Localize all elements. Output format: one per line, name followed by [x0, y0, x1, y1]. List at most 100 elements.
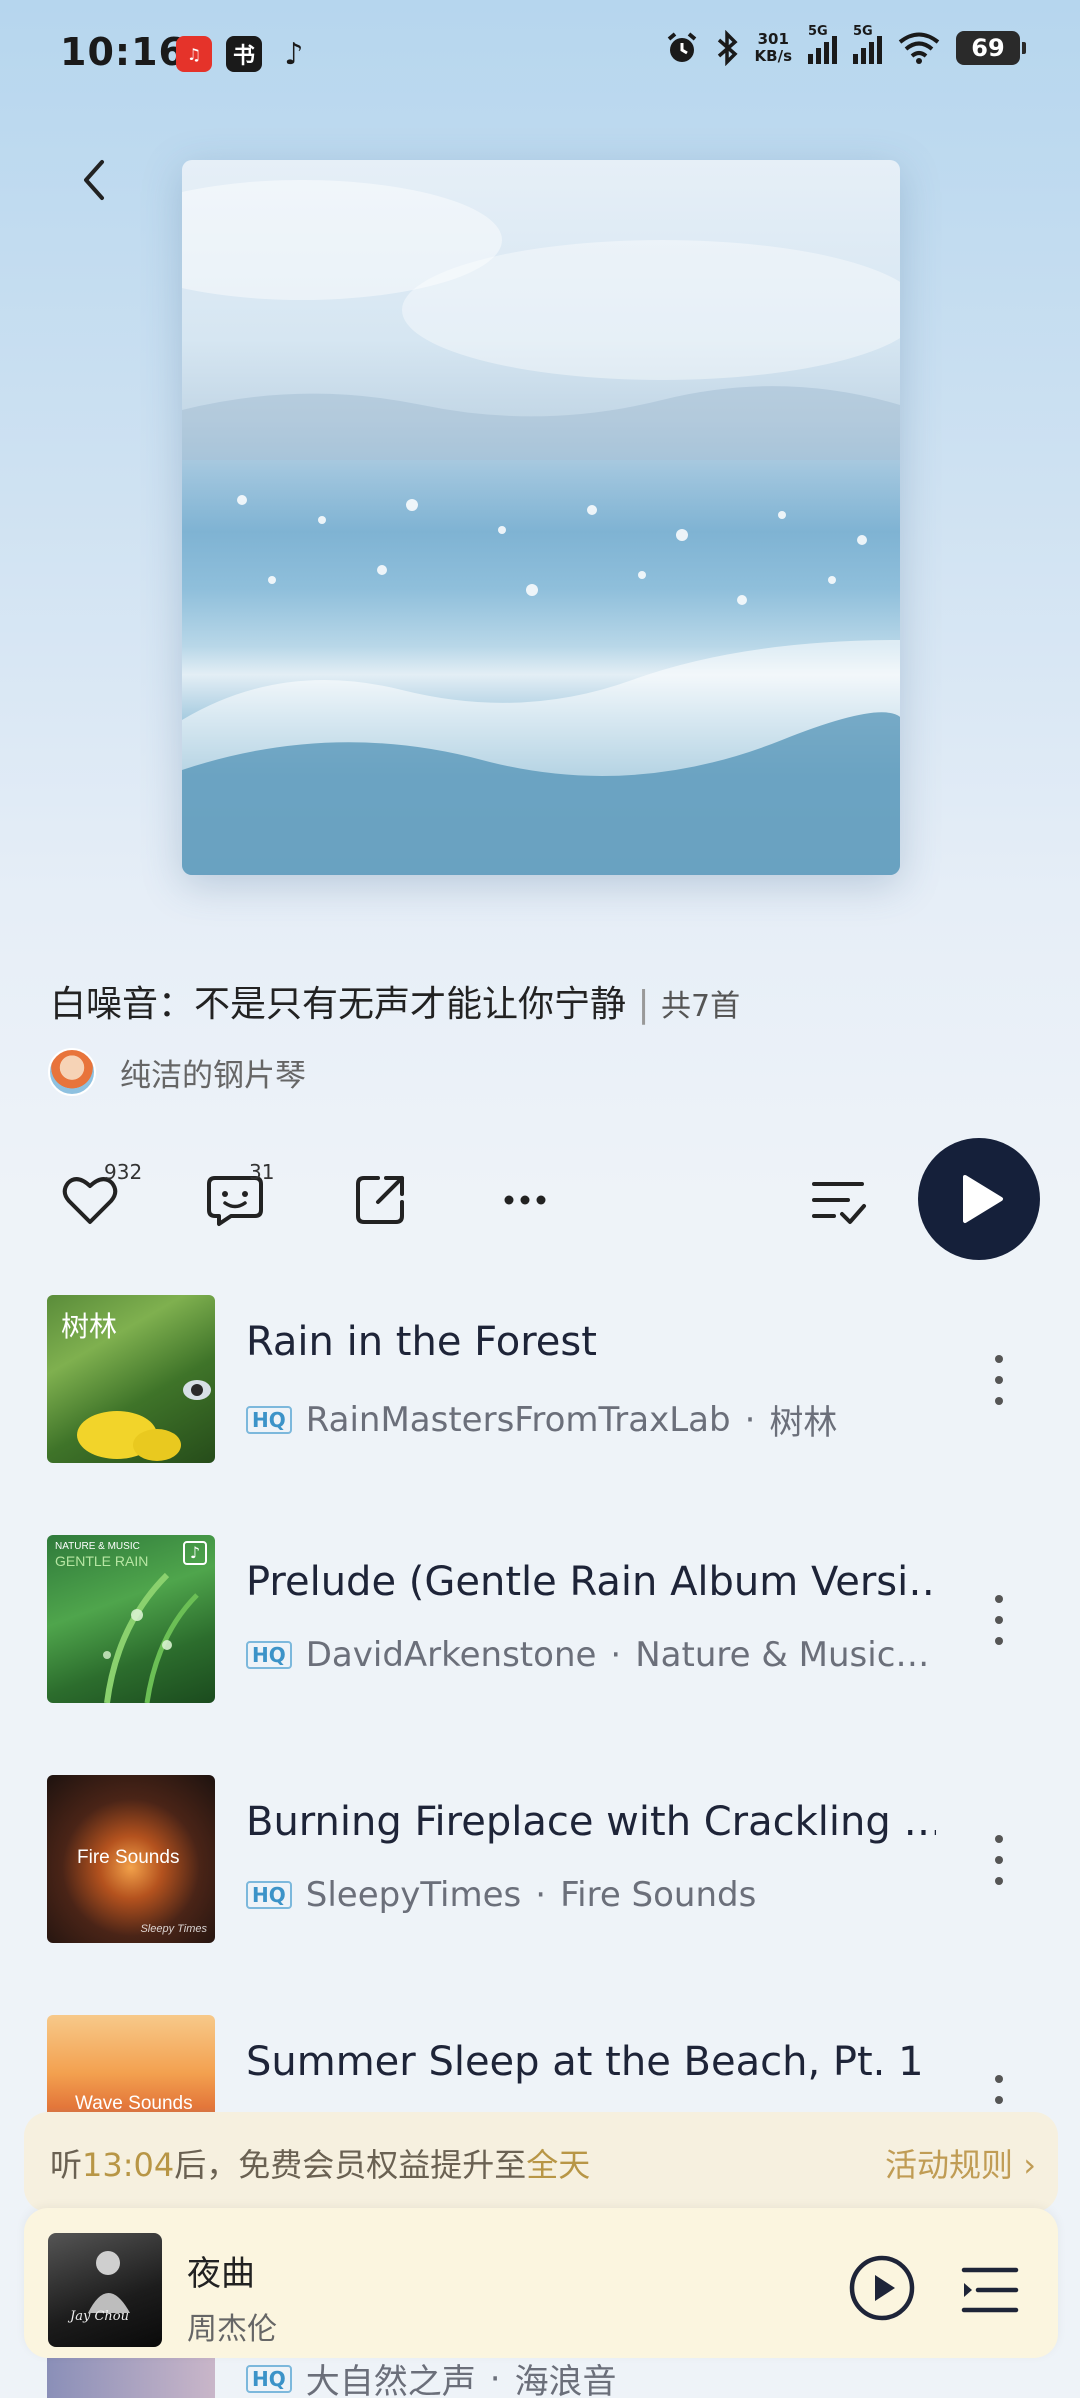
promo-highlight: 全天: [526, 2146, 591, 2184]
wifi-icon: [898, 32, 940, 64]
song-title: Prelude (Gentle Rain Album Versi…: [246, 1559, 936, 1605]
play-circle-icon: [849, 2255, 915, 2321]
battery-icon: 69: [956, 31, 1026, 65]
thumbnail-label-small: NATURE & MUSIC: [55, 1541, 140, 1552]
play-icon: [963, 1175, 1003, 1223]
song-album: Fire Sounds: [560, 1875, 757, 1915]
tiktok-icon: ♪: [284, 36, 304, 72]
song-artist: DavidArkenstone: [305, 1635, 597, 1675]
playlist-title: 白噪音：不是只有无声才能让你宁静 | 共7首: [50, 984, 741, 1025]
chevron-left-icon: [84, 160, 104, 200]
separator: ·: [535, 1875, 547, 1915]
back-button[interactable]: [70, 150, 120, 210]
song-album: 树林: [769, 1403, 838, 1443]
mini-play-button[interactable]: [848, 2254, 916, 2322]
song-meta: HQ RainMastersFromTraxLab · 树林: [246, 1395, 936, 1444]
comment-count: 31: [249, 1160, 275, 1184]
promo-countdown: 13:04: [82, 2146, 175, 2184]
promo-middle: 后，免费会员权益提升至: [174, 2146, 527, 2184]
song-album: Nature & Music…: [635, 1635, 930, 1675]
song-meta: HQ SleepyTimes · Fire Sounds: [246, 1875, 936, 1915]
separator: ·: [489, 2358, 501, 2398]
song-meta: HQ 大自然之声 · 海浪音: [246, 2354, 936, 2398]
status-bar: 10:16 ♫ 书 ♪ 301 KB/s 5G 5G 69: [0, 0, 1080, 110]
signal-strength-icon: 5G: [808, 24, 837, 64]
song-thumbnail: Fire Sounds Sleepy Times: [47, 1775, 215, 1943]
share-icon: [356, 1176, 404, 1224]
hq-badge: HQ: [246, 1641, 292, 1669]
queue-list-icon: [961, 2267, 1019, 2313]
more-horizontal-icon: [504, 1195, 546, 1205]
comment-button[interactable]: 31: [205, 1160, 274, 1230]
now-playing-artist: 周杰伦: [187, 2312, 277, 2347]
song-title: Burning Fireplace with Crackling …: [246, 1799, 936, 1845]
like-button[interactable]: 932: [60, 1160, 142, 1230]
vip-promo-banner[interactable]: 听13:04后，免费会员权益提升至全天 活动规则 ›: [24, 2112, 1058, 2212]
signal-strength-icon-2: 5G: [853, 24, 882, 64]
song-album: 海浪音: [514, 2362, 617, 2398]
song-meta: HQ DavidArkenstone · Nature & Music…: [246, 1635, 936, 1675]
dot: [995, 2096, 1003, 2104]
song-artist: RainMastersFromTraxLab: [305, 1399, 731, 1440]
share-button[interactable]: [350, 1170, 410, 1230]
creator-name[interactable]: 纯洁的钢片琴: [120, 1050, 306, 1095]
now-playing-title: 夜曲: [187, 2254, 255, 2294]
song-more-button[interactable]: [984, 1835, 1014, 1885]
reader-app-icon: 书: [226, 36, 262, 72]
song-more-button[interactable]: [984, 1595, 1014, 1645]
creator-row[interactable]: 纯洁的钢片琴: [48, 1048, 306, 1096]
bluetooth-icon: [717, 30, 738, 66]
net-speed-value: 301: [757, 30, 789, 48]
multi-select-button[interactable]: [808, 1170, 868, 1230]
dot: [995, 2075, 1003, 2083]
song-row[interactable]: Fire Sounds Sleepy Times Burning Firepla…: [0, 1775, 1080, 1945]
dot: [995, 1376, 1003, 1384]
avatar[interactable]: [48, 1048, 96, 1096]
artist-silhouette: [88, 2251, 130, 2313]
song-thumbnail: NATURE & MUSIC GENTLE RAIN ♪: [47, 1535, 215, 1703]
net-speed-unit: KB/s: [754, 47, 792, 65]
song-title: Rain in the Forest: [246, 1319, 597, 1365]
playlist-cover[interactable]: [182, 160, 900, 875]
thumbnail-label: 树林: [61, 1311, 118, 1342]
music-app-icon: ♫: [176, 36, 212, 72]
dot: [995, 1637, 1003, 1645]
song-row[interactable]: NATURE & MUSIC GENTLE RAIN ♪ Prelude (Ge…: [0, 1535, 1080, 1705]
playlist-queue-button[interactable]: [960, 2260, 1020, 2320]
cover-text: Jay Chou: [70, 2309, 129, 2324]
dot: [995, 1595, 1003, 1603]
song-title: Summer Sleep at the Beach, Pt. 1: [246, 2039, 924, 2085]
hq-badge: HQ: [246, 1881, 292, 1909]
list-check-icon: [812, 1182, 866, 1224]
more-button[interactable]: [495, 1170, 555, 1230]
notification-icons: ♫ 书 ♪: [176, 36, 312, 72]
network-speed: 301 KB/s: [755, 31, 792, 65]
ocean-wave-image: [182, 180, 900, 875]
song-row-peek: HQ 大自然之声 · 海浪音: [0, 2358, 1080, 2398]
song-more-button[interactable]: [984, 1355, 1014, 1405]
dot: [995, 1835, 1003, 1843]
now-playing-cover[interactable]: Jay Chou: [48, 2233, 162, 2347]
playlist-title-text: 白噪音：不是只有无声才能让你宁静: [50, 984, 627, 1025]
promo-text: 听13:04后，免费会员权益提升至全天: [50, 2140, 590, 2186]
song-artist: 大自然之声: [305, 2362, 476, 2398]
thumbnail-label: GENTLE RAIN: [55, 1553, 149, 1569]
hq-badge: HQ: [246, 2364, 292, 2393]
status-time: 10:16: [60, 30, 186, 74]
song-thumbnail: 树林: [47, 1295, 215, 1463]
dot: [995, 1877, 1003, 1885]
signal-label: 5G: [853, 24, 873, 39]
dot: [995, 1355, 1003, 1363]
promo-prefix: 听: [50, 2146, 83, 2184]
like-count: 932: [104, 1160, 143, 1184]
separator: ·: [744, 1399, 756, 1440]
promo-rules-link[interactable]: 活动规则 ›: [885, 2140, 1036, 2186]
status-indicators: 301 KB/s 5G 5G 69: [665, 24, 1026, 66]
play-all-button[interactable]: [918, 1138, 1040, 1260]
playlist-count: 共7首: [661, 989, 741, 1024]
dot: [995, 1616, 1003, 1624]
mini-player[interactable]: Jay Chou 夜曲 周杰伦: [24, 2208, 1058, 2358]
song-thumbnail: [47, 2358, 215, 2398]
playlist-screen: 10:16 ♫ 书 ♪ 301 KB/s 5G 5G 69 白噪音：不是只有无声…: [0, 0, 1080, 2398]
song-row[interactable]: 树林 Rain in the Forest HQ RainMastersFrom…: [0, 1295, 1080, 1465]
